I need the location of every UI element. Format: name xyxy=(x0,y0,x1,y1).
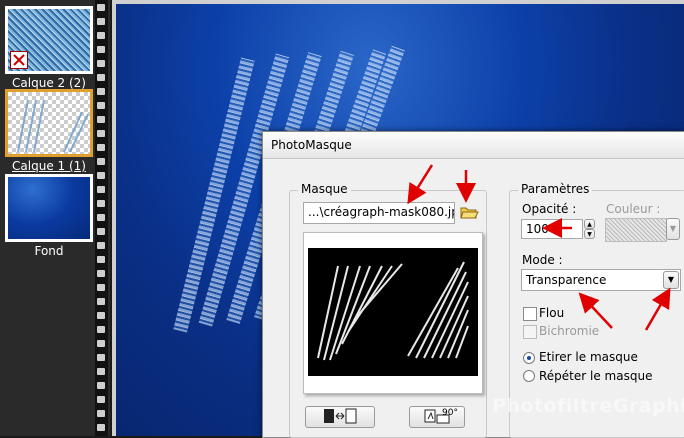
mode-label: Mode : xyxy=(522,253,563,267)
layer-label: Fond xyxy=(34,244,64,258)
etirer-radio[interactable] xyxy=(523,352,535,364)
mask-file-field[interactable]: ...\créagraph-mask080.jpg xyxy=(303,202,455,224)
color-picker[interactable] xyxy=(605,218,667,242)
rotate-label: 90° xyxy=(442,408,458,418)
repeter-label: Répéter le masque xyxy=(539,369,653,383)
layer-thumbnail xyxy=(5,89,93,157)
masque-group-title: Masque xyxy=(298,182,351,196)
layer-item[interactable]: Calque 2 (2) xyxy=(5,6,93,90)
parametres-group-title: Paramètres xyxy=(518,182,593,196)
rotate-button[interactable]: 90° xyxy=(409,406,465,428)
mode-dropdown-button[interactable]: ▼ xyxy=(663,271,679,289)
color-dropdown-button[interactable]: ▼ xyxy=(666,218,680,240)
canvas-border xyxy=(112,0,116,436)
opacity-label: Opacité : xyxy=(522,202,577,216)
layer-label: Calque 2 (2) xyxy=(12,76,86,90)
flip-horizontal-icon xyxy=(320,408,360,428)
film-strip xyxy=(95,0,108,436)
layer-label: Calque 1 (1) xyxy=(12,159,86,173)
flou-checkbox[interactable] xyxy=(523,307,537,321)
watermark-text: PhotofiltreGraphic xyxy=(492,395,684,417)
opacity-spin-up[interactable]: ▲ xyxy=(584,219,595,229)
open-file-button[interactable] xyxy=(459,203,479,223)
layer-item[interactable]: Fond xyxy=(5,174,93,258)
flou-label: Flou xyxy=(539,306,565,320)
mask-badge-icon xyxy=(10,51,28,69)
mode-select[interactable]: Transparence xyxy=(521,269,681,291)
layers-panel: Calque 2 (2) Calque 1 (1) Fond xyxy=(0,0,110,436)
layer-thumbnail xyxy=(5,6,93,74)
layer-thumbnail xyxy=(5,174,93,242)
dialog-title: PhotoMasque xyxy=(263,132,684,159)
opacity-spin-down[interactable]: ▼ xyxy=(584,229,595,239)
color-label: Couleur : xyxy=(606,202,661,216)
flip-button[interactable] xyxy=(305,406,375,428)
repeter-radio[interactable] xyxy=(523,370,535,382)
mask-preview-image xyxy=(308,248,478,376)
photomasque-dialog: PhotoMasque Masque ...\créagraph-mask080… xyxy=(262,131,684,438)
layer-item[interactable]: Calque 1 (1) xyxy=(5,89,93,173)
folder-open-icon xyxy=(459,207,479,224)
opacity-input[interactable]: 100 xyxy=(521,219,583,239)
bichromie-checkbox[interactable] xyxy=(523,325,537,339)
canvas-border xyxy=(112,0,684,4)
mask-preview xyxy=(303,232,483,394)
bichromie-label: Bichromie xyxy=(539,324,600,338)
etirer-label: Etirer le masque xyxy=(539,350,638,364)
